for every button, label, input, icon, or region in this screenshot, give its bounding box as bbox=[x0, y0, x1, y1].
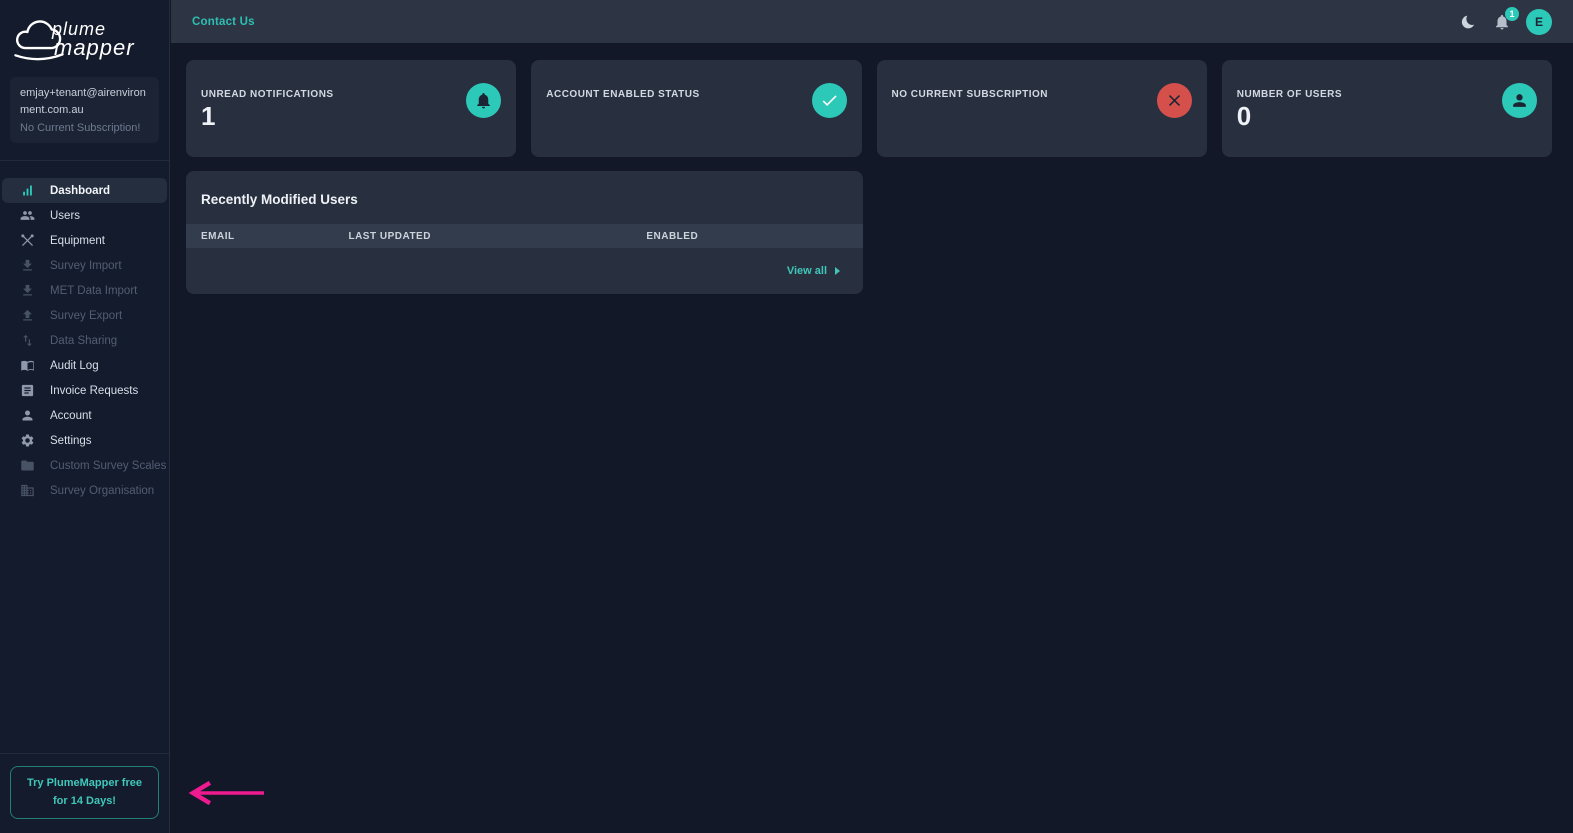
user-avatar[interactable]: E bbox=[1526, 8, 1552, 35]
folder-icon bbox=[20, 458, 35, 473]
sidebar-item-data-sharing[interactable]: Data Sharing bbox=[2, 328, 167, 353]
sidebar-item-label: Settings bbox=[50, 434, 92, 447]
sidebar-item-dashboard[interactable]: Dashboard bbox=[2, 178, 167, 204]
recent-users-title: Recently Modified Users bbox=[201, 192, 358, 207]
sidebar-item-label: Account bbox=[50, 409, 92, 422]
user-info-panel: emjay+tenant@airenvironment.com.au No Cu… bbox=[10, 77, 159, 144]
download-icon bbox=[20, 283, 35, 298]
dark-mode-moon-icon[interactable] bbox=[1460, 13, 1478, 31]
sidebar-item-label: Data Sharing bbox=[50, 334, 118, 347]
sidebar-item-label: Survey Import bbox=[50, 259, 122, 272]
stat-card-label: NO CURRENT SUBSCRIPTION bbox=[891, 89, 1049, 100]
app-logo-text: plume mapper bbox=[52, 20, 135, 59]
sidebar-item-label: Users bbox=[50, 209, 81, 222]
trial-button-area: Try PlumeMapper free for 14 Days! bbox=[0, 752, 169, 833]
notification-badge: 1 bbox=[1505, 6, 1519, 21]
stat-card-label: UNREAD NOTIFICATIONS bbox=[201, 89, 334, 100]
contact-us-link[interactable]: Contact Us bbox=[192, 16, 255, 28]
sidebar-item-survey-import[interactable]: Survey Import bbox=[2, 253, 167, 278]
sidebar-item-settings[interactable]: Settings bbox=[2, 428, 167, 453]
caret-right-icon bbox=[835, 267, 840, 275]
recently-modified-users-card: Recently Modified Users EMAIL LAST UPDAT… bbox=[186, 171, 863, 294]
sidebar-item-custom-survey-scales[interactable]: Custom Survey Scales bbox=[2, 453, 167, 478]
column-header-enabled: ENABLED bbox=[646, 230, 699, 242]
sidebar-item-account[interactable]: Account bbox=[2, 403, 167, 428]
column-header-last-updated: LAST UPDATED bbox=[348, 230, 431, 242]
tools-icon bbox=[20, 233, 35, 248]
sidebar-item-invoice-requests[interactable]: Invoice Requests bbox=[2, 378, 167, 403]
trial-button[interactable]: Try PlumeMapper free for 14 Days! bbox=[10, 765, 159, 819]
stat-cards-row: UNREAD NOTIFICATIONS 1 ACCOUNT ENABLED S… bbox=[171, 43, 1573, 157]
person-icon bbox=[20, 408, 35, 423]
check-icon bbox=[811, 83, 847, 118]
sidebar-item-users[interactable]: Users bbox=[2, 203, 167, 228]
upload-icon bbox=[20, 308, 35, 323]
person-icon bbox=[1502, 83, 1537, 118]
sidebar-item-label: Survey Organisation bbox=[50, 484, 155, 497]
stat-card-value: 0 bbox=[1236, 101, 1252, 131]
sidebar-item-survey-export[interactable]: Survey Export bbox=[2, 303, 167, 328]
sidebar-item-survey-organisation[interactable]: Survey Organisation bbox=[2, 478, 167, 503]
sidebar-item-label: MET Data Import bbox=[50, 284, 138, 297]
download-icon bbox=[20, 258, 35, 273]
book-icon bbox=[20, 358, 35, 373]
stat-card-label: NUMBER OF USERS bbox=[1236, 89, 1343, 100]
sidebar-item-label: Audit Log bbox=[50, 359, 99, 372]
sidebar-divider bbox=[0, 160, 169, 162]
stat-card-unread-notifications: UNREAD NOTIFICATIONS 1 bbox=[186, 60, 517, 157]
organisation-icon bbox=[20, 483, 35, 498]
gear-icon bbox=[20, 433, 35, 448]
subscription-note: No Current Subscription! bbox=[20, 122, 141, 135]
sidebar: plume mapper emjay+tenant@airenvironment… bbox=[0, 0, 170, 833]
sidebar-item-label: Custom Survey Scales bbox=[50, 459, 167, 472]
stat-card-number-of-users: NUMBER OF USERS 0 bbox=[1221, 60, 1552, 157]
logo-word-mapper: mapper bbox=[54, 35, 135, 60]
user-email: emjay+tenant@airenvironment.com.au bbox=[20, 87, 146, 117]
stat-card-label: ACCOUNT ENABLED STATUS bbox=[546, 89, 700, 100]
notifications-bell-icon[interactable]: 1 bbox=[1493, 6, 1519, 31]
sidebar-item-label: Equipment bbox=[50, 234, 105, 247]
x-icon bbox=[1156, 83, 1192, 118]
sidebar-item-label: Invoice Requests bbox=[50, 384, 139, 397]
bar-chart-icon bbox=[20, 183, 35, 198]
sidebar-item-audit-log[interactable]: Audit Log bbox=[2, 353, 167, 378]
sidebar-item-label: Survey Export bbox=[50, 309, 123, 322]
view-all-link[interactable]: View all bbox=[186, 248, 863, 294]
stat-card-value: 1 bbox=[201, 101, 216, 131]
people-icon bbox=[20, 208, 35, 223]
swap-vert-icon bbox=[20, 333, 35, 348]
top-bar: Contact Us 1 E bbox=[171, 0, 1573, 43]
stat-card-account-enabled: ACCOUNT ENABLED STATUS bbox=[531, 60, 862, 157]
receipt-icon bbox=[20, 383, 35, 398]
sidebar-item-met-data-import[interactable]: MET Data Import bbox=[2, 278, 167, 303]
sidebar-item-equipment[interactable]: Equipment bbox=[2, 228, 167, 253]
sidebar-item-label: Dashboard bbox=[50, 184, 111, 197]
recent-users-table-header: EMAIL LAST UPDATED ENABLED bbox=[186, 224, 863, 248]
main-content: UNREAD NOTIFICATIONS 1 ACCOUNT ENABLED S… bbox=[171, 43, 1573, 833]
topbar-actions: 1 E bbox=[1460, 6, 1552, 35]
view-all-label: View all bbox=[786, 265, 827, 277]
app-logo: plume mapper bbox=[0, 0, 169, 65]
sidebar-menu: Dashboard Users Equipment Survey Import … bbox=[0, 178, 169, 503]
column-header-email: EMAIL bbox=[201, 230, 235, 242]
stat-card-no-subscription: NO CURRENT SUBSCRIPTION bbox=[876, 60, 1207, 157]
